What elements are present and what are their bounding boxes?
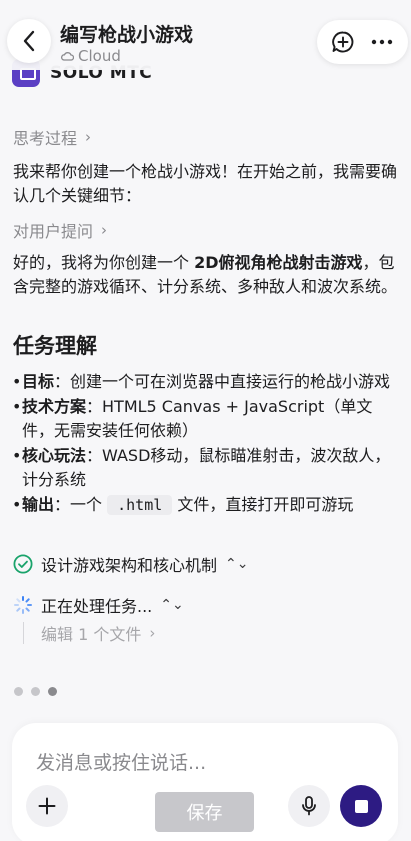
- page-title: 编写枪战小游戏: [60, 24, 194, 46]
- expand-collapse-icon: ⌃⌄: [225, 556, 249, 572]
- header-actions: [317, 20, 408, 64]
- message-composer: 发消息或按住说话... 保存: [12, 723, 398, 841]
- check-circle-icon: [13, 554, 33, 574]
- inline-code: .html: [107, 495, 173, 515]
- page-subtitle: Cloud: [61, 47, 121, 65]
- list-item: 技术方案：HTML5 Canvas + JavaScript（单文件，无需安装任…: [12, 395, 399, 443]
- save-button[interactable]: 保存: [155, 792, 254, 832]
- chevron-right-icon: ›: [85, 128, 92, 146]
- plus-icon: [38, 797, 56, 815]
- section-title: 任务理解: [13, 334, 97, 358]
- bullet-text: ：创建一个可在浏览器中直接运行的枪战小游戏: [54, 372, 391, 391]
- typing-indicator: [14, 687, 57, 696]
- step-label: 设计游戏架构和核心机制: [41, 556, 218, 575]
- task-bullet-list: 目标：创建一个可在浏览器中直接运行的枪战小游戏 技术方案：HTML5 Canva…: [12, 370, 399, 518]
- ask-user-link[interactable]: 对用户提问 ›: [13, 218, 107, 242]
- list-item: 核心玩法：WASD移动，鼠标瞄准射击，波次敌人，计分系统: [12, 444, 399, 492]
- more-dots-icon: [372, 39, 393, 45]
- add-attachment-button[interactable]: [26, 785, 68, 827]
- top-bar: 编写枪战小游戏 Cloud: [0, 0, 411, 70]
- list-item: 输出：一个 .html 文件，直接打开即可游玩: [12, 493, 399, 517]
- bullet-label: 核心玩法: [22, 446, 87, 465]
- typing-dot: [48, 687, 57, 696]
- chevron-left-icon: [23, 30, 35, 52]
- expand-collapse-icon: ⌃⌄: [160, 597, 184, 613]
- typing-dot: [31, 687, 40, 696]
- bullet-text: ：一个: [54, 495, 108, 514]
- bullet-label: 技术方案: [22, 397, 87, 416]
- cloud-icon: [61, 52, 74, 61]
- answer-message: 好的，我将为你创建一个 2D俯视角枪战射击游戏，包含完整的游戏循环、计分系统、多…: [13, 251, 399, 299]
- back-button[interactable]: [7, 19, 51, 63]
- microphone-icon: [302, 796, 316, 816]
- stop-generation-button[interactable]: [340, 785, 382, 827]
- thinking-process-link[interactable]: 思考过程 ›: [13, 125, 91, 149]
- chat-plus-icon: [331, 31, 354, 53]
- substep-label: 编辑 1 个文件: [41, 625, 142, 644]
- step-in-progress[interactable]: 正在处理任务... ⌃⌄: [13, 593, 184, 617]
- message-input[interactable]: 发消息或按住说话...: [36, 748, 206, 775]
- more-button[interactable]: [364, 24, 400, 60]
- chevron-right-icon: ›: [101, 221, 108, 239]
- answer-prefix: 好的，我将为你创建一个: [13, 253, 195, 272]
- substep-edit-file[interactable]: 编辑 1 个文件 ›: [23, 622, 155, 644]
- intro-message: 我来帮你创建一个枪战小游戏！在开始之前，我需要确认几个关键细节：: [13, 162, 398, 205]
- subtitle-label: Cloud: [78, 47, 121, 65]
- step-completed[interactable]: 设计游戏架构和核心机制 ⌃⌄: [13, 552, 248, 576]
- bullet-text: 文件，直接打开即可游玩: [172, 495, 354, 514]
- loading-spinner-icon: [14, 596, 32, 614]
- bullet-label: 输出: [22, 495, 55, 514]
- typing-dot: [14, 687, 23, 696]
- answer-emphasis: 2D俯视角枪战射击游戏: [194, 253, 363, 272]
- thinking-process-label: 思考过程: [13, 129, 78, 148]
- ask-user-label: 对用户提问: [13, 222, 94, 241]
- new-chat-button[interactable]: [325, 24, 361, 60]
- bullet-label: 目标: [22, 372, 55, 391]
- list-item: 目标：创建一个可在浏览器中直接运行的枪战小游戏: [12, 370, 399, 394]
- voice-input-button[interactable]: [288, 785, 330, 827]
- chevron-right-icon: ›: [149, 624, 156, 642]
- step-label: 正在处理任务...: [41, 597, 153, 616]
